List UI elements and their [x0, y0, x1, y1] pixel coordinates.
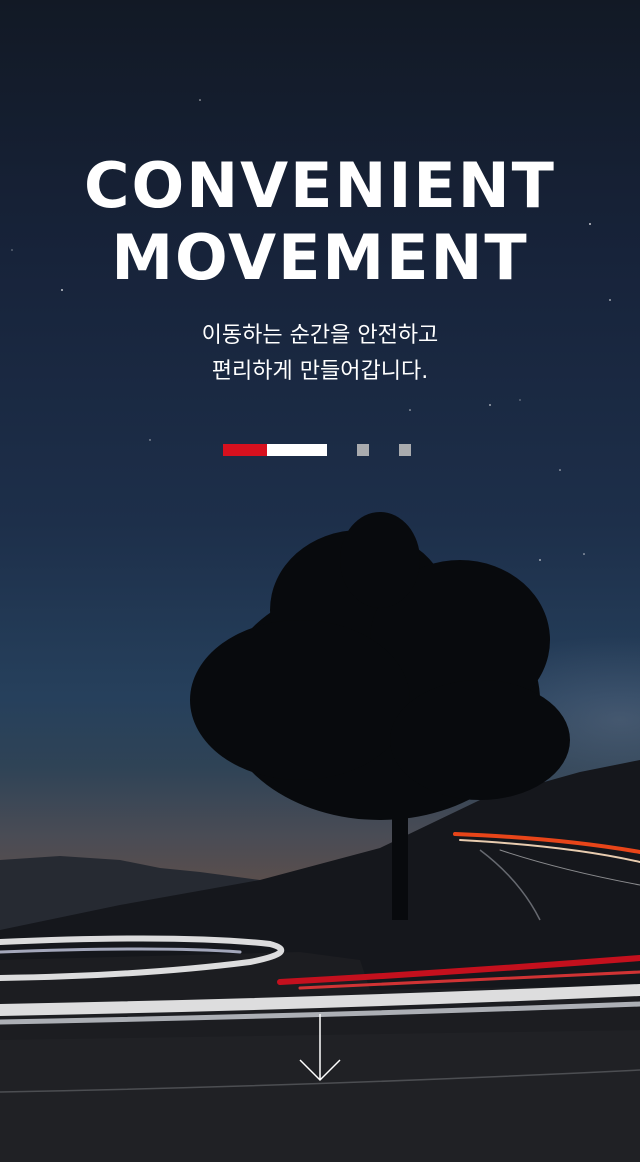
hero-section: CONVENIENT MOVEMENT 이동하는 순간을 안전하고 편리하게 만…: [0, 0, 640, 1162]
slide-progress-fill: [223, 444, 267, 456]
slide-dot-2[interactable]: [357, 444, 369, 456]
subtitle-line-2: 편리하게 만들어갑니다.: [211, 359, 429, 384]
headline-line-2: MOVEMENT: [111, 221, 529, 294]
arrow-down-icon: [299, 1014, 341, 1082]
headline-line-1: CONVENIENT: [84, 149, 556, 222]
subtitle-line-1: 이동하는 순간을 안전하고: [201, 323, 439, 348]
slide-pagination: [223, 444, 423, 456]
hero-headline: CONVENIENT MOVEMENT: [0, 150, 640, 294]
hero-subtitle: 이동하는 순간을 안전하고 편리하게 만들어갑니다.: [0, 318, 640, 390]
scroll-down-button[interactable]: [297, 1012, 343, 1084]
active-slide-indicator[interactable]: [223, 444, 327, 456]
slide-dot-3[interactable]: [399, 444, 411, 456]
